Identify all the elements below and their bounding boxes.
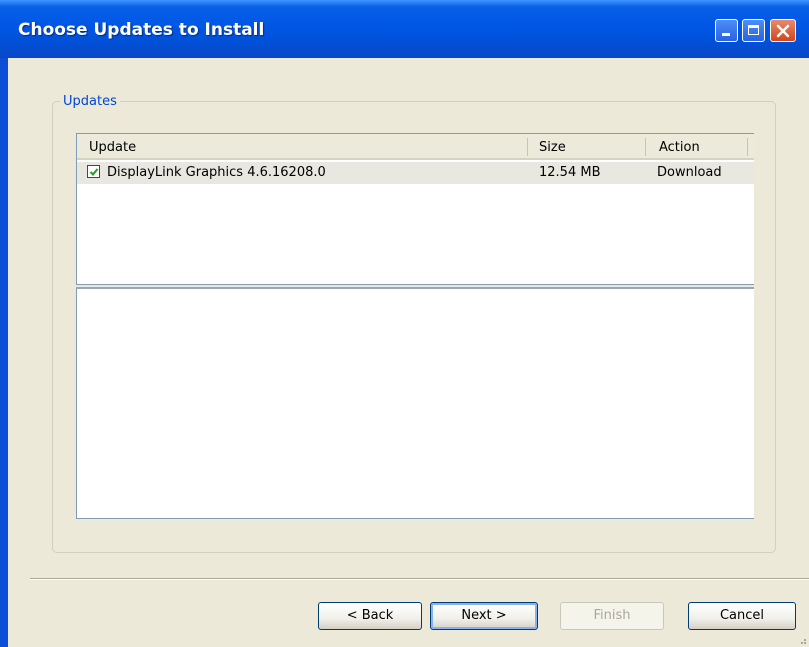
title-bar[interactable]: Choose Updates to Install	[0, 0, 809, 58]
minimize-icon	[722, 33, 730, 36]
maximize-icon	[748, 25, 759, 35]
column-divider[interactable]	[527, 138, 528, 156]
maximize-button[interactable]	[742, 19, 765, 42]
window-border	[0, 58, 8, 647]
update-name: DisplayLink Graphics 4.6.16208.0	[107, 165, 326, 180]
column-divider[interactable]	[747, 138, 748, 156]
list-header: Update Size Action	[77, 134, 754, 160]
finish-button: Finish	[560, 602, 664, 630]
update-checkbox[interactable]	[87, 165, 100, 178]
close-icon	[776, 24, 790, 38]
column-header-update[interactable]: Update	[89, 140, 136, 155]
updates-group-label: Updates	[60, 94, 120, 109]
cancel-button[interactable]: Cancel	[688, 602, 796, 630]
column-divider[interactable]	[645, 138, 646, 156]
window-title: Choose Updates to Install	[18, 20, 265, 40]
dialog-window: Choose Updates to Install Updates Update…	[0, 0, 809, 647]
update-size: 12.54 MB	[539, 165, 601, 180]
minimize-button[interactable]	[715, 19, 738, 42]
back-button[interactable]: < Back	[318, 602, 422, 630]
button-separator-highlight	[30, 579, 809, 580]
update-description-pane[interactable]	[76, 287, 754, 519]
checkmark-icon	[89, 168, 99, 176]
close-button[interactable]	[770, 19, 796, 42]
update-action: Download	[657, 165, 722, 180]
resize-grip-icon[interactable]	[797, 635, 807, 645]
next-button[interactable]: Next >	[430, 602, 538, 630]
column-header-action[interactable]: Action	[659, 140, 700, 155]
table-row[interactable]: DisplayLink Graphics 4.6.16208.0 12.54 M…	[77, 162, 754, 184]
updates-list[interactable]: Update Size Action DisplayLink Graphics …	[76, 133, 754, 285]
column-header-size[interactable]: Size	[539, 140, 566, 155]
dialog-client-area: Updates Update Size Action DisplayLink G…	[8, 58, 809, 647]
